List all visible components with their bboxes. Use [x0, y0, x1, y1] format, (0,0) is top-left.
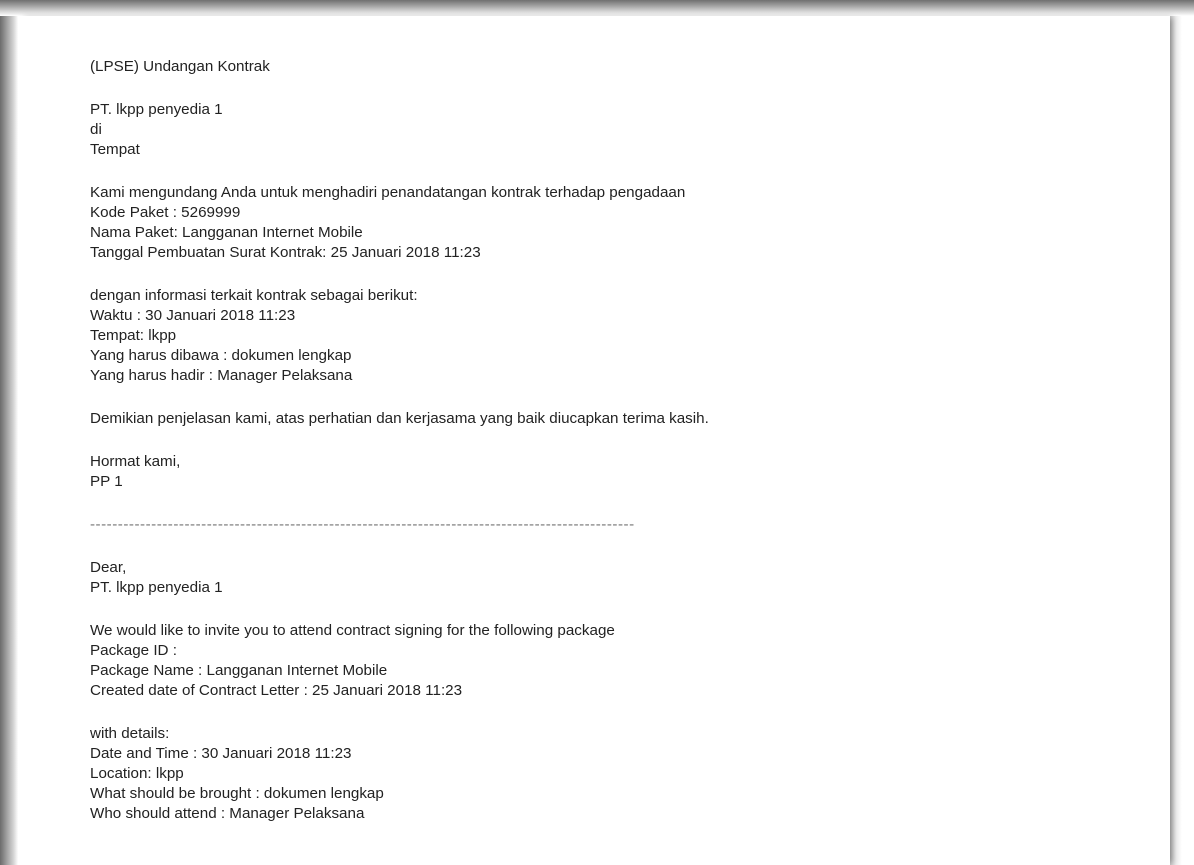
detail-bring: Yang harus dibawa : dokumen lengkap — [90, 347, 352, 364]
closing-text: Demikian penjelasan kami, atas perhatian… — [90, 410, 709, 427]
package-name: Nama Paket: Langganan Internet Mobile — [90, 224, 363, 241]
email-body: (LPSE) Undangan Kontrak PT. lkpp penyedi… — [90, 57, 1150, 824]
en-recipient: PT. lkpp penyedia 1 — [90, 579, 223, 596]
recipient-line: di — [90, 121, 102, 138]
contract-created-date: Tanggal Pembuatan Surat Kontrak: 25 Janu… — [90, 244, 481, 261]
package-code: Kode Paket : 5269999 — [90, 204, 241, 221]
divider: ----------------------------------------… — [90, 516, 635, 533]
recipient-line: Tempat — [90, 141, 140, 158]
signature-line: Hormat kami, — [90, 453, 181, 470]
details-heading: dengan informasi terkait kontrak sebagai… — [90, 287, 418, 304]
en-detail-attend: Who should attend : Manager Pelaksana — [90, 805, 365, 822]
en-package-id: Package ID : — [90, 642, 177, 659]
email-subject: (LPSE) Undangan Kontrak — [90, 58, 270, 75]
en-contract-created-date: Created date of Contract Letter : 25 Jan… — [90, 682, 463, 699]
en-detail-time: Date and Time : 30 Januari 2018 11:23 — [90, 745, 352, 762]
recipient-line: PT. lkpp penyedia 1 — [90, 101, 223, 118]
en-intro-line: We would like to invite you to attend co… — [90, 622, 615, 639]
en-detail-location: Location: lkpp — [90, 765, 184, 782]
en-detail-bring: What should be brought : dokumen lengkap — [90, 785, 384, 802]
en-details-heading: with details: — [90, 725, 170, 742]
signature-line: PP 1 — [90, 473, 123, 490]
detail-attend: Yang harus hadir : Manager Pelaksana — [90, 367, 353, 384]
en-package-name: Package Name : Langganan Internet Mobile — [90, 662, 388, 679]
detail-time: Waktu : 30 Januari 2018 11:23 — [90, 307, 296, 324]
page-edge — [1170, 16, 1194, 865]
intro-line: Kami mengundang Anda untuk menghadiri pe… — [90, 184, 686, 201]
detail-place: Tempat: lkpp — [90, 327, 177, 344]
en-greeting: Dear, — [90, 559, 127, 576]
